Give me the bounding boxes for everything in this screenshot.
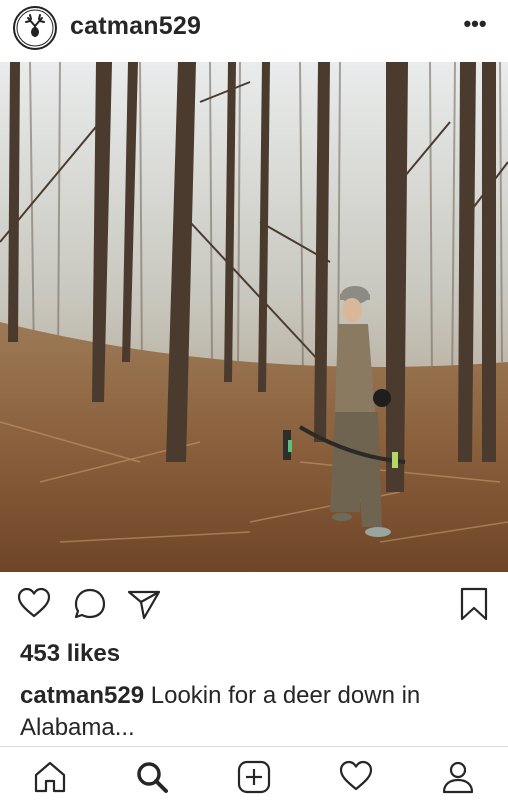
avatar[interactable]: [13, 6, 57, 50]
post-actions: [0, 582, 508, 626]
post-username[interactable]: catman529: [70, 12, 201, 41]
tab-home[interactable]: [32, 759, 68, 795]
save-button[interactable]: [456, 586, 492, 622]
send-icon: [127, 590, 161, 620]
likes-count[interactable]: 453 likes: [20, 640, 120, 668]
tab-profile[interactable]: [440, 759, 476, 795]
heart-icon: [17, 587, 51, 618]
comment-button[interactable]: [72, 586, 108, 622]
more-options-button[interactable]: •••: [460, 10, 490, 40]
share-button[interactable]: [126, 586, 162, 622]
comment-icon: [74, 588, 106, 619]
bookmark-icon: [460, 587, 488, 621]
caption-username[interactable]: catman529: [20, 682, 144, 709]
forest-photo: [0, 62, 508, 572]
antler-logo-icon: [16, 9, 54, 47]
like-button[interactable]: [16, 586, 52, 622]
activity-heart-icon: [339, 760, 373, 791]
bottom-tab-bar: [0, 746, 508, 800]
post-caption: catman529 Lookin for a deer down in Alab…: [20, 680, 490, 744]
add-icon: [237, 760, 271, 794]
search-icon: [137, 762, 168, 793]
post-header: catman529 •••: [0, 0, 508, 62]
home-icon: [34, 761, 66, 793]
tab-search[interactable]: [134, 759, 170, 795]
tab-activity[interactable]: [338, 759, 374, 795]
post-photo[interactable]: [0, 62, 508, 572]
tab-new-post[interactable]: [236, 759, 272, 795]
profile-icon: [442, 761, 474, 794]
